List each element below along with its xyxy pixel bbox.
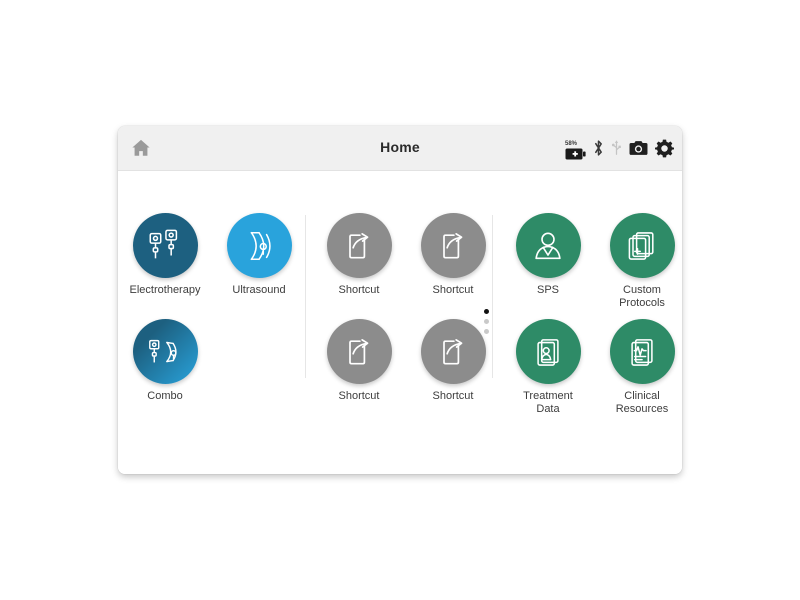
tile-label: Shortcut xyxy=(432,390,474,402)
tile-label: SPS xyxy=(536,284,559,296)
combo-icon xyxy=(132,319,198,384)
camera-icon[interactable] xyxy=(629,140,648,156)
page-dot-1[interactable] xyxy=(484,309,489,314)
status-icon-tray: 58% xyxy=(564,126,674,170)
tile-label: Shortcut xyxy=(338,390,380,402)
tile-clinical-resources[interactable]: Clinical Resources xyxy=(597,319,682,415)
documents-plus-icon xyxy=(609,213,675,278)
ecg-document-icon xyxy=(609,319,675,384)
tile-label: Custom Protocols xyxy=(619,284,665,309)
shortcut-arrow-icon xyxy=(420,319,486,384)
gear-icon[interactable] xyxy=(655,139,674,158)
page-indicator[interactable] xyxy=(484,309,489,334)
tile-label: Clinical Resources xyxy=(615,390,669,415)
usb-icon xyxy=(611,139,622,157)
tile-label: Ultrasound xyxy=(232,284,286,296)
tile-label: Treatment Data xyxy=(523,390,573,415)
ultrasound-wave-icon xyxy=(226,213,292,278)
person-icon xyxy=(515,213,581,278)
patient-record-icon xyxy=(515,319,581,384)
page-dot-2[interactable] xyxy=(484,319,489,324)
bluetooth-icon xyxy=(593,139,604,157)
device-screen-card: Home 58% Electrotherapy Ultrasound Combo… xyxy=(118,126,682,474)
column-divider-1 xyxy=(305,215,306,378)
battery-percent-label: 58% xyxy=(565,141,578,147)
tile-label: Shortcut xyxy=(338,284,380,296)
battery-icon: 58% xyxy=(564,134,586,162)
shortcut-arrow-icon xyxy=(420,213,486,278)
tile-custom-protocols[interactable]: Custom Protocols xyxy=(597,213,682,309)
tile-label: Combo xyxy=(147,390,183,402)
electrode-pads-icon xyxy=(132,213,198,278)
top-bar: Home 58% xyxy=(118,126,682,171)
tile-grid: Electrotherapy Ultrasound Combo Shortcut… xyxy=(118,171,682,474)
tile-shortcut-1[interactable]: Shortcut xyxy=(314,213,404,297)
tile-treatment-data[interactable]: Treatment Data xyxy=(503,319,593,415)
tile-electrotherapy[interactable]: Electrotherapy xyxy=(120,213,210,297)
tile-combo[interactable]: Combo xyxy=(120,319,210,403)
tile-shortcut-3[interactable]: Shortcut xyxy=(314,319,404,403)
shortcut-arrow-icon xyxy=(326,319,392,384)
shortcut-arrow-icon xyxy=(326,213,392,278)
tile-ultrasound[interactable]: Ultrasound xyxy=(214,213,304,297)
page-dot-3[interactable] xyxy=(484,329,489,334)
tile-sps[interactable]: SPS xyxy=(503,213,593,297)
tile-label: Electrotherapy xyxy=(129,284,201,296)
tile-shortcut-2[interactable]: Shortcut xyxy=(408,213,498,297)
tile-label: Shortcut xyxy=(432,284,474,296)
